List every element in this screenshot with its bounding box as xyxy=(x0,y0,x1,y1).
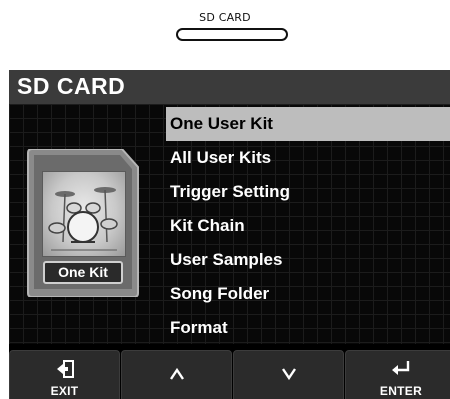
function-key-bar: EXIT ENTER xyxy=(9,345,450,399)
exit-button[interactable]: EXIT xyxy=(9,350,120,399)
sd-card-illustration: One Kit xyxy=(26,149,140,297)
exit-label: EXIT xyxy=(50,384,79,398)
menu-item-trigger-setting[interactable]: Trigger Setting xyxy=(166,175,450,209)
sd-card-hardware-button[interactable] xyxy=(176,28,288,41)
menu-item-one-user-kit[interactable]: One User Kit xyxy=(166,107,450,141)
drum-kit-icon xyxy=(48,187,118,251)
down-button[interactable] xyxy=(233,350,344,399)
card-tag-label: One Kit xyxy=(43,261,123,284)
enter-icon xyxy=(346,359,450,377)
page-title: SD CARD xyxy=(17,73,126,99)
up-button[interactable] xyxy=(121,350,232,399)
lcd-screen: SD CARD One Kit One User Kit All User Ki… xyxy=(9,70,450,399)
drum-kit-image xyxy=(42,171,126,257)
caret-up-icon xyxy=(122,363,231,381)
menu-item-kit-chain[interactable]: Kit Chain xyxy=(166,209,450,243)
enter-label: ENTER xyxy=(379,384,423,398)
menu-item-format[interactable]: Format xyxy=(166,311,450,345)
caret-down-icon xyxy=(234,363,343,381)
menu-item-all-user-kits[interactable]: All User Kits xyxy=(166,141,450,175)
content-area: One Kit One User Kit All User Kits Trigg… xyxy=(9,104,450,344)
hardware-panel: SD CARD xyxy=(0,0,450,60)
enter-button[interactable]: ENTER xyxy=(345,350,450,399)
menu-list: One User Kit All User Kits Trigger Setti… xyxy=(166,107,450,345)
sd-card-button-label: SD CARD xyxy=(199,11,251,24)
menu-item-user-samples[interactable]: User Samples xyxy=(166,243,450,277)
title-bar: SD CARD xyxy=(9,70,450,104)
menu-item-song-folder[interactable]: Song Folder xyxy=(166,277,450,311)
exit-icon xyxy=(10,359,119,379)
